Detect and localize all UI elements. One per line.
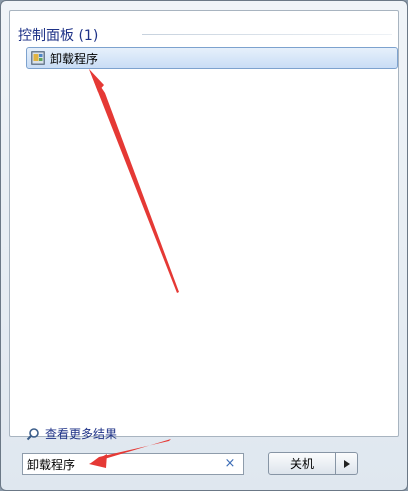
see-more-label: 查看更多结果 — [45, 427, 118, 441]
group-header-label: 控制面板 (1) — [18, 28, 99, 44]
result-item-uninstall-program[interactable]: 卸载程序 — [26, 47, 398, 69]
programs-icon — [31, 51, 45, 65]
start-menu-bottom-bar: 卸载程序 × 关机 — [1, 441, 407, 490]
shutdown-control: 关机 — [268, 452, 358, 475]
shutdown-options-button[interactable] — [336, 452, 358, 475]
clear-search-icon[interactable]: × — [223, 457, 237, 471]
start-menu: 控制面板 (1) 卸载程序 查看更多结果 卸载程序 × 关机 — [0, 0, 408, 491]
chevron-right-icon — [343, 459, 350, 468]
search-icon — [26, 427, 39, 440]
search-results-panel: 控制面板 (1) 卸载程序 查看更多结果 — [9, 10, 399, 441]
search-input-value: 卸载程序 — [27, 457, 76, 472]
group-divider — [142, 34, 392, 35]
see-more-results-link[interactable]: 查看更多结果 — [26, 425, 117, 442]
shutdown-button[interactable]: 关机 — [268, 452, 336, 475]
results-group-header: 控制面板 (1) — [18, 25, 98, 45]
search-input[interactable]: 卸载程序 × — [22, 453, 244, 475]
result-item-label: 卸载程序 — [50, 51, 99, 66]
